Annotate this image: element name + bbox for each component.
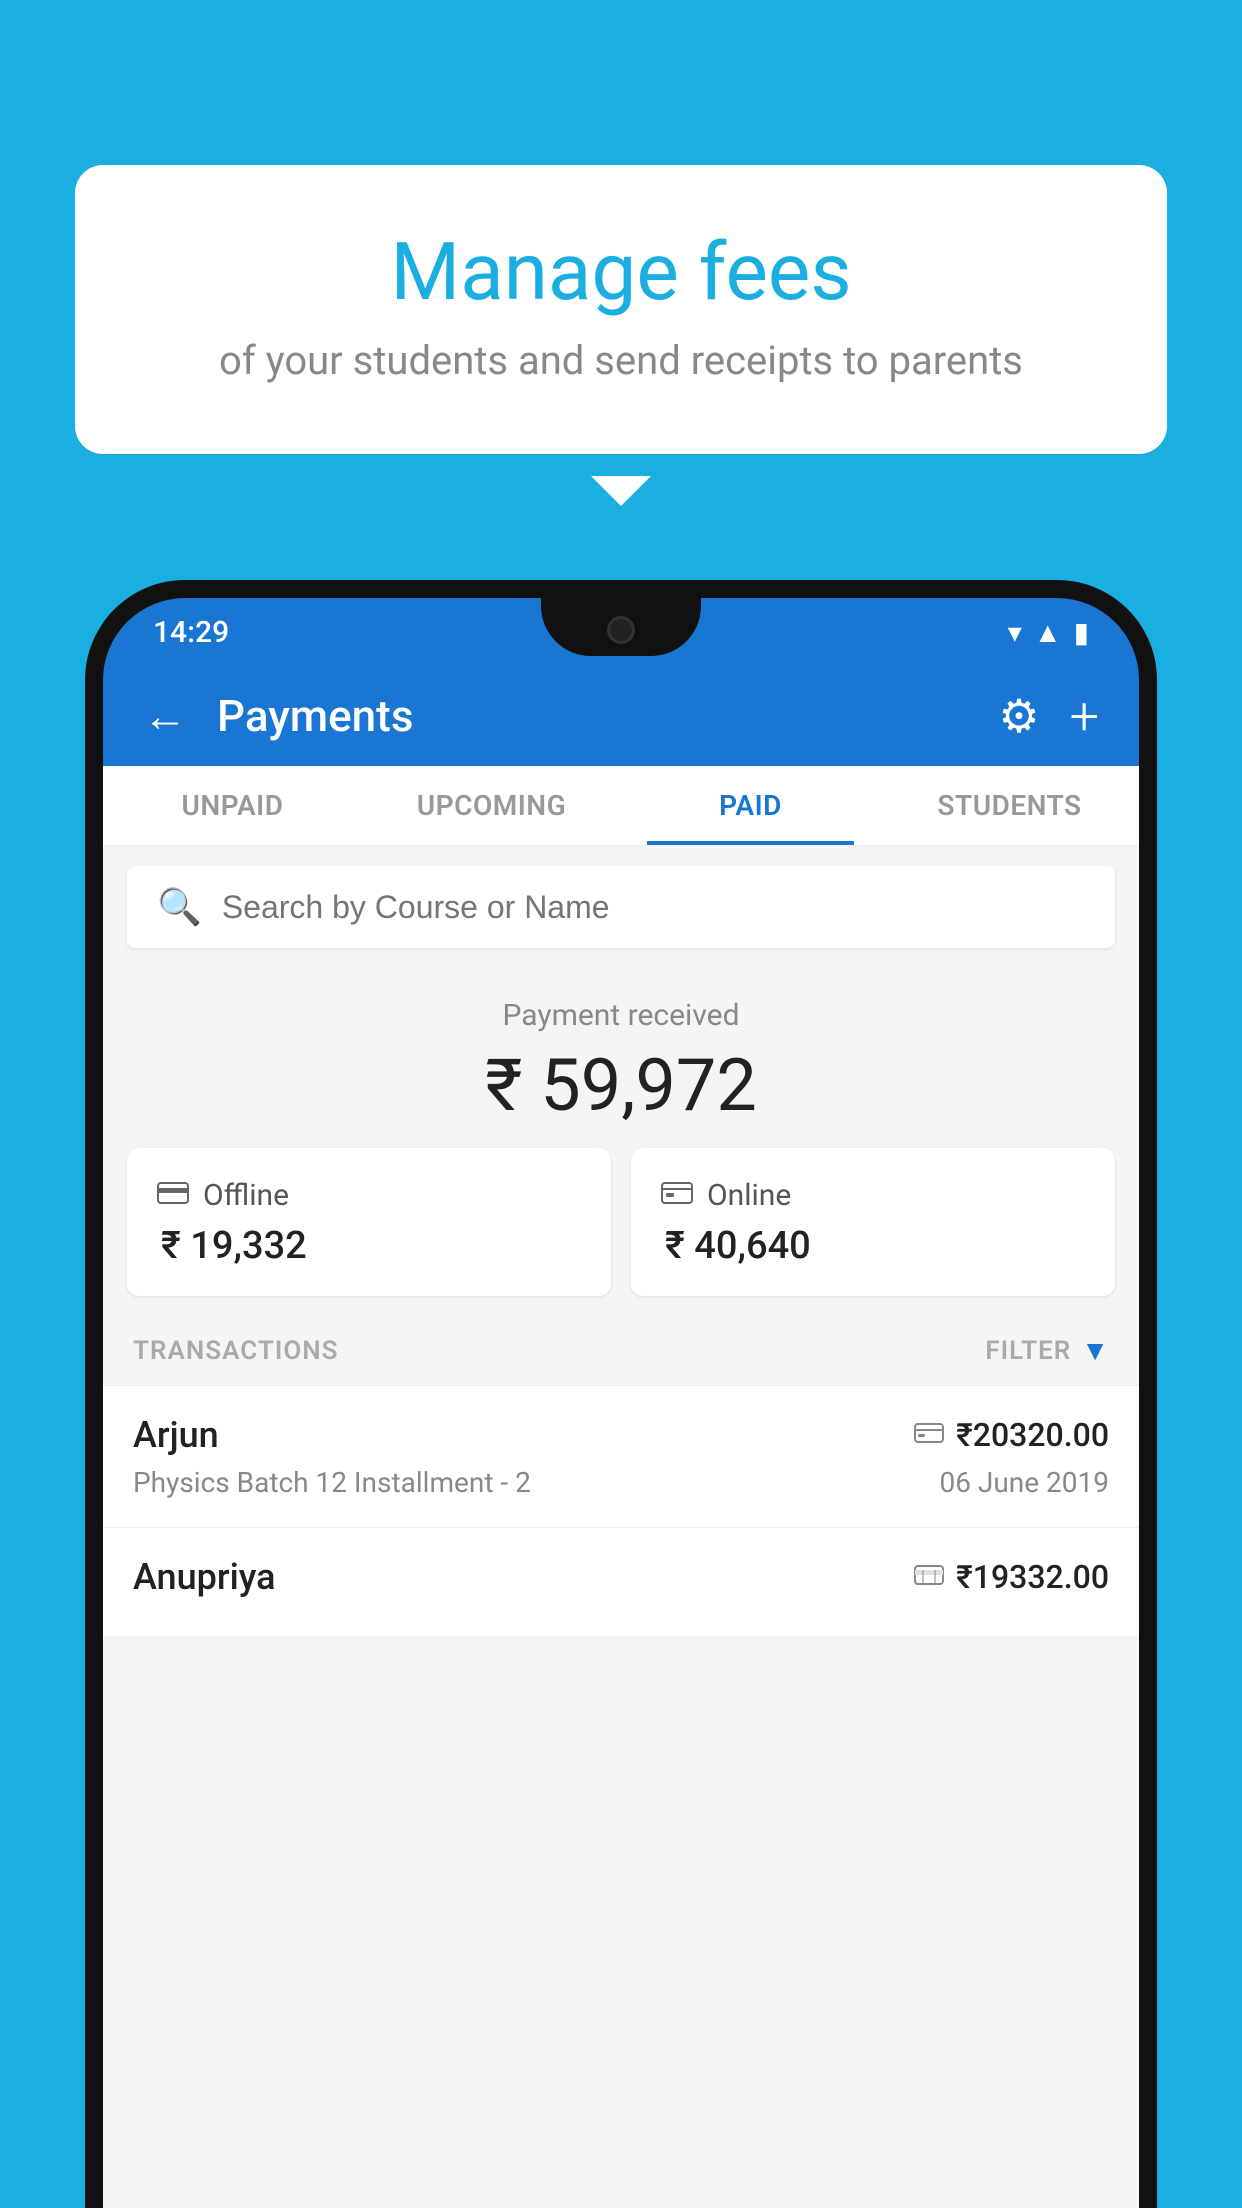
tabs-bar: UNPAID UPCOMING PAID STUDENTS (103, 766, 1139, 846)
transactions-header: TRANSACTIONS FILTER ▼ (103, 1316, 1139, 1385)
offline-icon (157, 1176, 189, 1214)
add-button[interactable]: + (1070, 686, 1099, 747)
payment-type-icon (914, 1419, 944, 1452)
search-container: 🔍 (127, 866, 1115, 948)
tab-students[interactable]: STUDENTS (880, 766, 1139, 845)
search-icon: 🔍 (157, 886, 202, 928)
payment-type-icon-cash (914, 1561, 944, 1594)
transaction-bottom-arjun: Physics Batch 12 Installment - 2 06 June… (133, 1466, 1109, 1499)
offline-label: Offline (203, 1178, 289, 1213)
payment-cards: Offline ₹ 19,332 Online (103, 1148, 1139, 1316)
status-icons: ▾ ▲ ▮ (1008, 616, 1089, 649)
camera (607, 616, 635, 644)
transaction-top-arjun: Arjun ₹20320.00 (133, 1414, 1109, 1456)
payment-label: Payment received (127, 998, 1115, 1033)
transactions-label: TRANSACTIONS (133, 1336, 339, 1366)
phone-frame: 14:29 ▾ ▲ ▮ ← Payments ⚙ + UNPAID UPCOMI… (85, 580, 1157, 2208)
payment-amount: ₹ 59,972 (127, 1043, 1115, 1128)
online-amount: ₹ 40,640 (661, 1224, 1085, 1268)
filter-icon: ▼ (1081, 1334, 1109, 1367)
filter-container[interactable]: FILTER ▼ (985, 1334, 1109, 1367)
table-row[interactable]: Arjun ₹20320.00 Physics Batch 1 (103, 1385, 1139, 1527)
tab-unpaid[interactable]: UNPAID (103, 766, 362, 845)
bubble-title: Manage fees (155, 225, 1087, 319)
transaction-amount: ₹20320.00 (956, 1416, 1109, 1454)
payment-summary: Payment received ₹ 59,972 (103, 968, 1139, 1148)
notch (541, 598, 701, 656)
online-card: Online ₹ 40,640 (631, 1148, 1115, 1296)
speech-bubble: Manage fees of your students and send re… (75, 165, 1167, 454)
transaction-date: 06 June 2019 (939, 1466, 1109, 1499)
table-row[interactable]: Anupriya ₹19332.00 (103, 1527, 1139, 1636)
battery-icon: ▮ (1074, 616, 1089, 649)
offline-amount: ₹ 19,332 (157, 1224, 581, 1268)
settings-icon[interactable]: ⚙ (998, 689, 1039, 744)
tab-paid[interactable]: PAID (621, 766, 880, 845)
transaction-name: Arjun (133, 1414, 219, 1456)
bubble-subtitle: of your students and send receipts to pa… (155, 337, 1087, 384)
search-input[interactable] (222, 889, 1085, 926)
tab-upcoming[interactable]: UPCOMING (362, 766, 621, 845)
page-title: Payments (217, 690, 998, 742)
transaction-right-arjun: ₹20320.00 (914, 1416, 1109, 1454)
card-header-offline: Offline (157, 1176, 581, 1214)
content-area: 🔍 Payment received ₹ 59,972 (103, 846, 1139, 2208)
phone-inner: 14:29 ▾ ▲ ▮ ← Payments ⚙ + UNPAID UPCOMI… (103, 598, 1139, 2208)
online-icon (661, 1176, 693, 1214)
signal-icon: ▲ (1034, 616, 1062, 649)
status-time: 14:29 (153, 615, 229, 650)
wifi-icon: ▾ (1008, 616, 1022, 649)
transaction-amount: ₹19332.00 (956, 1558, 1109, 1596)
transaction-name: Anupriya (133, 1556, 276, 1598)
back-button[interactable]: ← (143, 690, 187, 742)
filter-label: FILTER (985, 1336, 1071, 1366)
card-header-online: Online (661, 1176, 1085, 1214)
transaction-right-anupriya: ₹19332.00 (914, 1558, 1109, 1596)
app-header: ← Payments ⚙ + (103, 666, 1139, 766)
offline-card: Offline ₹ 19,332 (127, 1148, 611, 1296)
transaction-top-anupriya: Anupriya ₹19332.00 (133, 1556, 1109, 1598)
transaction-course: Physics Batch 12 Installment - 2 (133, 1466, 531, 1499)
online-label: Online (707, 1178, 791, 1213)
